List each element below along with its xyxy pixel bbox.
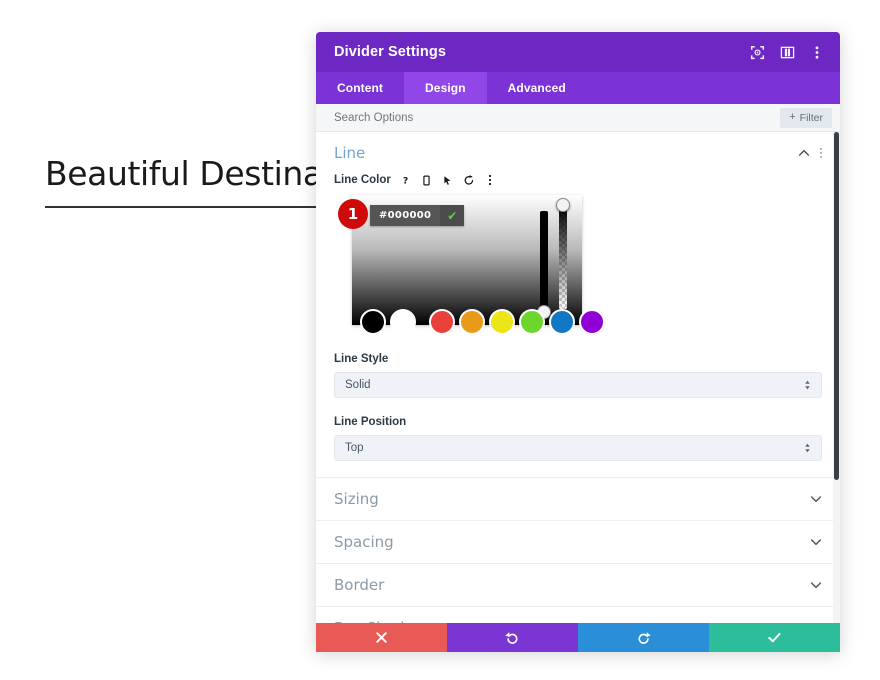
line-position-value: Top (345, 442, 364, 454)
titlebar-icon-group (748, 43, 826, 61)
section-line-header[interactable]: Line (316, 132, 840, 174)
color-swatch-row (360, 309, 605, 335)
section-spacing-header[interactable]: Spacing (316, 521, 840, 563)
line-style-field: Line Style Solid (334, 353, 822, 398)
line-position-select[interactable]: Top (334, 435, 822, 461)
save-button[interactable] (709, 623, 840, 652)
tab-content[interactable]: Content (316, 72, 404, 104)
swatch-green[interactable] (519, 309, 545, 335)
field-more-options-icon[interactable] (484, 174, 496, 186)
select-stepper-icon (804, 443, 811, 454)
section-sizing-title: Sizing (334, 490, 379, 508)
swatch-red[interactable] (429, 309, 455, 335)
section-border: Border (316, 564, 840, 607)
redo-button[interactable] (578, 623, 709, 652)
section-spacing-title: Spacing (334, 533, 394, 551)
swatch-orange[interactable] (459, 309, 485, 335)
step-badge-1: 1 (338, 199, 368, 229)
chevron-down-icon[interactable] (810, 536, 822, 548)
swatch-yellow[interactable] (489, 309, 515, 335)
plus-icon: + (789, 111, 796, 123)
line-style-value: Solid (345, 379, 371, 391)
alpha-slider[interactable] (559, 205, 567, 309)
section-more-options-icon[interactable] (820, 148, 822, 158)
undo-button[interactable] (447, 623, 578, 652)
chevron-up-icon[interactable] (798, 147, 810, 159)
fullscreen-icon[interactable] (748, 43, 766, 61)
chevron-down-icon[interactable] (810, 579, 822, 591)
line-style-select[interactable]: Solid (334, 372, 822, 398)
close-icon (376, 632, 387, 643)
modal-title: Divider Settings (334, 44, 446, 60)
tab-design[interactable]: Design (404, 72, 487, 104)
filter-button[interactable]: + Filter (780, 107, 832, 128)
line-color-label: Line Color (334, 174, 391, 186)
section-line-content: Line Color ? 1 #000000 ✔ Line Style Soli… (316, 174, 840, 477)
checkmark-icon (768, 632, 781, 643)
section-line-icon-group (798, 147, 822, 159)
search-input[interactable] (334, 111, 781, 124)
section-line-title: Line (334, 144, 366, 162)
cancel-button[interactable] (316, 623, 447, 652)
color-picker-panel[interactable]: 1 #000000 ✔ (338, 195, 605, 335)
section-spacing: Spacing (316, 521, 840, 564)
responsive-mobile-icon[interactable] (421, 174, 433, 186)
svg-text:?: ? (403, 175, 408, 185)
section-sizing-header[interactable]: Sizing (316, 478, 840, 520)
section-border-title: Border (334, 576, 385, 594)
modal-tab-bar: Content Design Advanced (316, 72, 840, 104)
modal-action-bar (316, 623, 840, 652)
redo-icon (638, 632, 651, 644)
swatch-spacer (420, 309, 425, 335)
panel-scrollbar-track[interactable] (833, 132, 840, 652)
search-bar: + Filter (316, 104, 840, 132)
reset-icon[interactable] (463, 174, 475, 186)
swatch-black[interactable] (360, 309, 386, 335)
hex-input-group: #000000 ✔ (370, 205, 465, 226)
undo-icon (505, 632, 518, 644)
hue-slider[interactable] (540, 211, 548, 309)
modal-titlebar: Divider Settings (316, 32, 840, 72)
help-icon[interactable]: ? (400, 174, 412, 186)
section-line: Line Line Color ? 1 #000000 ✔ Line Style… (316, 132, 840, 478)
filter-button-label: Filter (799, 111, 823, 124)
modal-body: Line Line Color ? 1 #000000 ✔ Line Style… (316, 132, 840, 652)
hex-confirm-button[interactable]: ✔ (440, 205, 465, 226)
line-position-label: Line Position (334, 416, 407, 428)
panel-scrollbar-thumb[interactable] (834, 132, 839, 480)
more-options-icon[interactable] (808, 43, 826, 61)
swatch-blue[interactable] (549, 309, 575, 335)
hex-value-input[interactable]: #000000 (370, 205, 441, 226)
swatch-white[interactable] (390, 309, 416, 335)
tab-advanced[interactable]: Advanced (487, 72, 587, 104)
section-sizing: Sizing (316, 478, 840, 521)
swatch-purple[interactable] (579, 309, 605, 335)
section-border-header[interactable]: Border (316, 564, 840, 606)
line-style-label: Line Style (334, 353, 389, 365)
divider-settings-modal: Divider Settings Content Design Advanced… (316, 32, 840, 652)
hover-cursor-icon[interactable] (442, 174, 454, 186)
select-stepper-icon (804, 380, 811, 391)
line-color-field-header: Line Color ? (334, 174, 822, 186)
chevron-down-icon[interactable] (810, 493, 822, 505)
layout-toggle-icon[interactable] (778, 43, 796, 61)
alpha-slider-handle[interactable] (556, 198, 570, 212)
line-position-field: Line Position Top (334, 416, 822, 461)
